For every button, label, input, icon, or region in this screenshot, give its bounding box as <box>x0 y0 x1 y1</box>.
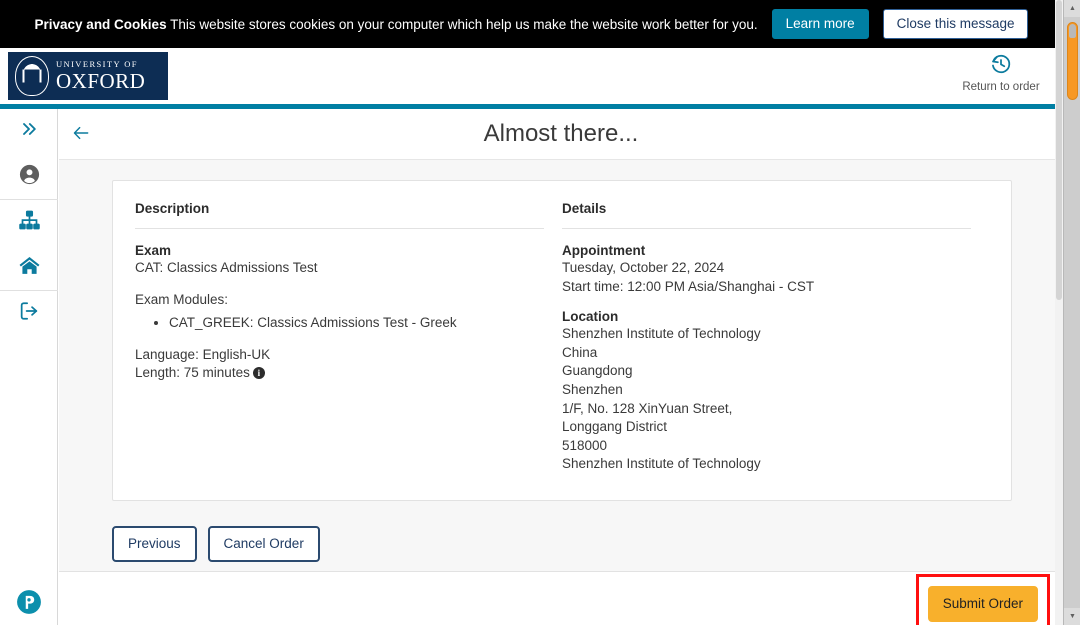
exam-length: Length: 75 minutes <box>135 365 250 380</box>
inner-page-scrollbar[interactable] <box>1055 0 1063 625</box>
user-circle-icon <box>18 163 41 191</box>
header-accent-band <box>0 104 1063 109</box>
exam-modules-label: Exam Modules: <box>135 291 544 310</box>
exam-name: CAT: Classics Admissions Test <box>135 259 544 278</box>
location-line: Shenzhen Institute of Technology <box>562 325 971 344</box>
history-clock-icon <box>990 62 1012 79</box>
sidebar-item-sign-out[interactable] <box>0 291 58 336</box>
location-line: 518000 <box>562 437 971 456</box>
spacer <box>135 278 544 291</box>
exam-modules-list: CAT_GREEK: Classics Admissions Test - Gr… <box>169 314 544 333</box>
logout-icon <box>18 300 40 327</box>
pearson-logo-icon[interactable] <box>16 589 42 615</box>
location-label: Location <box>562 309 971 324</box>
sidebar-item-expand-menu[interactable] <box>0 109 58 154</box>
cookie-consent-banner: Privacy and Cookies This website stores … <box>0 0 1063 48</box>
location-line: Shenzhen Institute of Technology <box>562 455 971 474</box>
page-title: Almost there... <box>59 120 1063 148</box>
list-item: CAT_GREEK: Classics Admissions Test - Gr… <box>169 314 544 333</box>
oxford-logo[interactable]: UNIVERSITY OF OXFORD <box>8 52 168 100</box>
location-line: Longgang District <box>562 418 971 437</box>
appointment-date: Tuesday, October 22, 2024 <box>562 259 971 278</box>
submit-order-highlight: Submit Order <box>916 574 1050 625</box>
spacer <box>135 333 544 346</box>
sidebar-item-org-chart[interactable] <box>0 200 58 245</box>
location-line: China <box>562 344 971 363</box>
exam-label: Exam <box>135 243 544 258</box>
org-chart-icon <box>18 209 41 237</box>
page-header: Almost there... <box>59 109 1063 160</box>
action-buttons: Previous Cancel Order <box>112 526 320 562</box>
appointment-label: Appointment <box>562 243 971 258</box>
return-to-order-button[interactable]: Return to order <box>953 53 1049 93</box>
inner-scrollbar-thumb[interactable] <box>1056 0 1062 300</box>
cookie-banner-text: Privacy and Cookies This website stores … <box>35 17 758 32</box>
return-to-order-label: Return to order <box>953 81 1049 93</box>
oxford-logo-line1: UNIVERSITY OF <box>56 60 145 69</box>
main-content: Almost there... Description Exam CAT: Cl… <box>59 109 1063 625</box>
oxford-logo-line2: OXFORD <box>56 71 145 92</box>
scroll-down-arrow-icon[interactable]: ▼ <box>1064 608 1080 625</box>
submit-order-button[interactable]: Submit Order <box>928 586 1038 622</box>
appointment-start-time: Start time: 12:00 PM Asia/Shanghai - CST <box>562 278 971 297</box>
learn-more-button[interactable]: Learn more <box>772 9 869 40</box>
app-root: Privacy and Cookies This website stores … <box>0 0 1080 625</box>
details-column-header: Details <box>562 201 971 229</box>
oxford-crest-icon <box>15 56 49 96</box>
previous-button[interactable]: Previous <box>112 526 197 562</box>
description-column-header: Description <box>135 201 544 229</box>
close-message-button[interactable]: Close this message <box>883 9 1029 40</box>
location-line: Shenzhen <box>562 381 971 400</box>
exam-language: Language: English-UK <box>135 346 544 365</box>
info-icon[interactable]: i <box>253 367 265 379</box>
home-icon <box>18 254 41 282</box>
sidebar-item-home[interactable] <box>0 245 58 290</box>
cancel-order-button[interactable]: Cancel Order <box>208 526 320 562</box>
cookie-banner-heading: Privacy and Cookies <box>35 17 167 32</box>
cookie-banner-message: This website stores cookies on your comp… <box>170 17 758 32</box>
scroll-up-arrow-icon[interactable]: ▲ <box>1064 0 1080 17</box>
footer-bar: Submit Order <box>59 571 1063 625</box>
description-column: Description Exam CAT: Classics Admission… <box>135 201 562 474</box>
exam-length-row: Length: 75 minutesi <box>135 364 544 383</box>
double-chevron-right-icon <box>19 119 39 144</box>
location-line: 1/F, No. 128 XinYuan Street, <box>562 400 971 419</box>
left-sidebar <box>0 109 58 625</box>
browser-scrollbar-thumb[interactable] <box>1067 22 1078 100</box>
browser-scrollbar[interactable]: ▲ ▼ <box>1063 0 1080 625</box>
oxford-wordmark: UNIVERSITY OF OXFORD <box>56 60 145 92</box>
order-summary-card: Description Exam CAT: Classics Admission… <box>112 180 1012 501</box>
location-line: Guangdong <box>562 362 971 381</box>
brand-header: UNIVERSITY OF OXFORD Return to order <box>0 48 1063 104</box>
spacer <box>562 296 971 309</box>
sidebar-item-account[interactable] <box>0 154 58 199</box>
details-column: Details Appointment Tuesday, October 22,… <box>562 201 989 474</box>
